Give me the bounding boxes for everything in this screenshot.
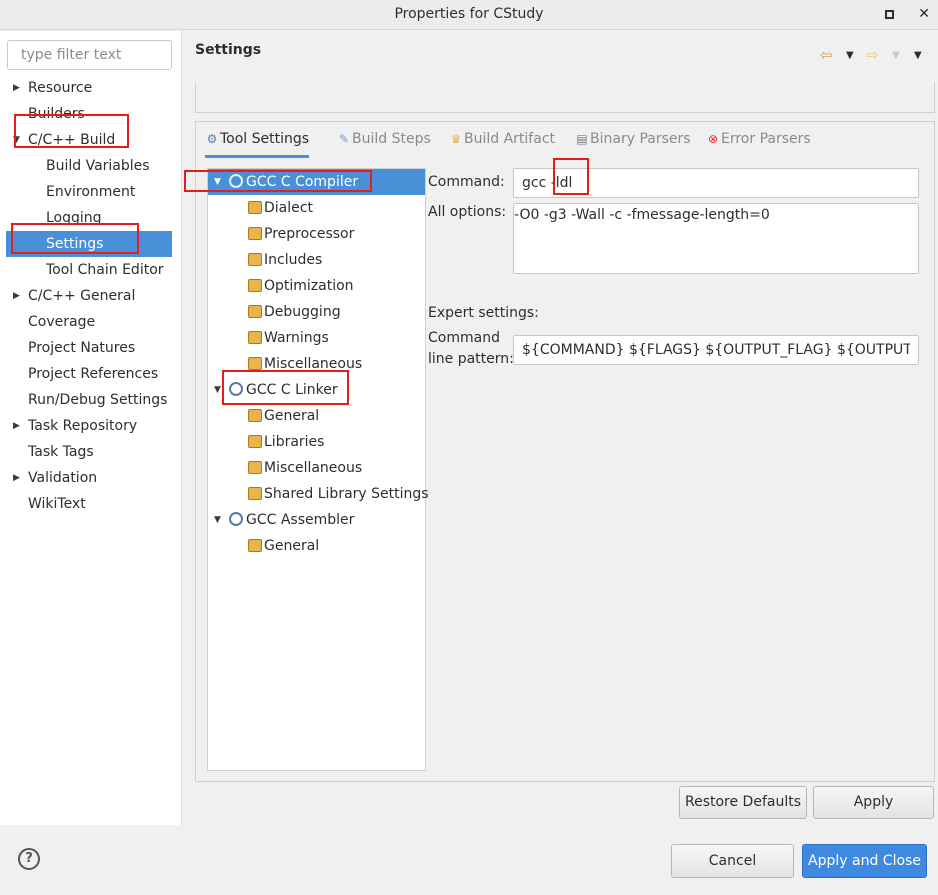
tree-item-settings[interactable]: Settings [6, 231, 172, 257]
tree-item-cpp-general[interactable]: ▶ C/C++ General [6, 283, 172, 309]
tool-option-preprocessor[interactable]: Preprocessor [248, 221, 354, 247]
expand-arrow-icon[interactable]: ▶ [13, 413, 20, 439]
tool-settings-panel: ⚙ Tool Settings ✎ Build Steps ♛ Build Artif… [195, 121, 935, 782]
expand-arrow-icon[interactable]: ▶ [13, 465, 20, 491]
command-label: Command: [428, 174, 505, 190]
expand-arrow-icon[interactable]: ▶ [13, 283, 20, 309]
option-category-icon [248, 357, 262, 370]
build-artifact-icon: ♛ [450, 132, 462, 146]
window-titlebar: Properties for CStudy ✕ [0, 0, 938, 30]
tree-item-cpp-build[interactable]: ▼ C/C++ Build [6, 127, 172, 153]
tree-item-validation[interactable]: ▶ Validation [6, 465, 172, 491]
collapse-arrow-icon[interactable]: ▼ [214, 377, 221, 403]
expert-settings-label: Expert settings: [428, 305, 539, 321]
option-category-icon [248, 201, 262, 214]
tab-tool-settings[interactable]: ⚙ Tool Settings [205, 122, 310, 158]
binary-parsers-icon: ▤ [576, 132, 588, 146]
apply-and-close-button[interactable]: Apply and Close [802, 844, 927, 878]
back-menu-icon[interactable]: ▼ [846, 50, 854, 61]
maximize-icon [885, 10, 894, 19]
tool-option-optimization[interactable]: Optimization [248, 273, 354, 299]
close-button[interactable]: ✕ [918, 0, 930, 30]
tool-option-includes[interactable]: Includes [248, 247, 322, 273]
tool-gear-icon [229, 382, 243, 396]
tool-tree: ▼ GCC C Compiler Dialect Preprocessor In… [207, 168, 429, 771]
tool-item-gcc-c-compiler[interactable]: ▼ GCC C Compiler [208, 169, 425, 195]
tool-settings-icon: ⚙ [206, 132, 218, 146]
command-line-pattern-label-line1: Command [428, 330, 500, 346]
tool-option-dialect[interactable]: Dialect [248, 195, 313, 221]
restore-defaults-button[interactable]: Restore Defaults [679, 786, 807, 819]
maximize-button[interactable] [885, 0, 894, 30]
command-line-pattern-input[interactable] [513, 335, 919, 365]
option-category-icon [248, 461, 262, 474]
command-line-pattern-label-line2: line pattern: [428, 351, 514, 367]
tree-item-logging[interactable]: Logging [6, 205, 172, 231]
tool-option-miscellaneous[interactable]: Miscellaneous [248, 455, 362, 481]
command-input[interactable] [513, 168, 919, 198]
tool-option-debugging[interactable]: Debugging [248, 299, 341, 325]
option-category-icon [248, 487, 262, 500]
tree-item-resource[interactable]: ▶ Resource [6, 75, 172, 101]
tree-item-wikitext[interactable]: WikiText [6, 491, 172, 517]
collapse-arrow-icon[interactable]: ▼ [214, 507, 221, 533]
tool-item-gcc-assembler[interactable]: ▼ GCC Assembler [208, 507, 425, 533]
tab-binary-parsers[interactable]: ▤ Binary Parsers [575, 122, 690, 158]
collapse-arrow-icon[interactable]: ▼ [214, 169, 221, 195]
tree-item-run-debug-settings[interactable]: Run/Debug Settings [6, 387, 172, 413]
back-arrow-icon[interactable]: ⇦ [820, 46, 833, 64]
tree-item-project-natures[interactable]: Project Natures [6, 335, 172, 361]
tree-item-build-variables[interactable]: Build Variables [6, 153, 172, 179]
tool-option-warnings[interactable]: Warnings [248, 325, 329, 351]
tree-item-task-repository[interactable]: ▶ Task Repository [6, 413, 172, 439]
cancel-button[interactable]: Cancel [671, 844, 794, 878]
collapse-arrow-icon[interactable]: ▼ [13, 127, 20, 153]
option-category-icon [248, 305, 262, 318]
tool-gear-icon [229, 512, 243, 526]
filter-input[interactable] [7, 40, 172, 70]
page-title: Settings [195, 42, 262, 58]
option-category-icon [248, 279, 262, 292]
configuration-panel [195, 82, 935, 113]
tab-build-steps[interactable]: ✎ Build Steps [337, 122, 431, 158]
view-menu-icon[interactable]: ▼ [914, 50, 922, 61]
tree-item-task-tags[interactable]: Task Tags [6, 439, 172, 465]
tool-option-miscellaneous[interactable]: Miscellaneous [248, 351, 362, 377]
tree-item-builders[interactable]: Builders [6, 101, 172, 127]
tool-option-libraries[interactable]: Libraries [248, 429, 324, 455]
left-navigation-pane: ▶ Resource Builders ▼ C/C++ Build Build … [0, 31, 182, 825]
all-options-label: All options: [428, 204, 507, 220]
all-options-textarea[interactable]: -O0 -g3 -Wall -c -fmessage-length=0 [513, 203, 919, 274]
tool-option-shared-library-settings[interactable]: Shared Library Settings [248, 481, 429, 507]
tree-item-environment[interactable]: Environment [6, 179, 172, 205]
forward-arrow-icon[interactable]: ⇨ [866, 46, 879, 64]
tool-option-general[interactable]: General [248, 403, 319, 429]
tool-option-general[interactable]: General [248, 533, 319, 559]
tree-item-project-references[interactable]: Project References [6, 361, 172, 387]
help-icon[interactable]: ? [18, 848, 40, 870]
tree-item-tool-chain-editor[interactable]: Tool Chain Editor [6, 257, 172, 283]
tab-build-artifact[interactable]: ♛ Build Artifact [449, 122, 555, 158]
error-parsers-icon: ⊗ [707, 132, 719, 146]
forward-menu-icon[interactable]: ▼ [892, 50, 900, 61]
option-category-icon [248, 253, 262, 266]
build-steps-icon: ✎ [338, 132, 350, 146]
option-category-icon [248, 331, 262, 344]
option-category-icon [248, 435, 262, 448]
option-category-icon [248, 539, 262, 552]
expand-arrow-icon[interactable]: ▶ [13, 75, 20, 101]
option-category-icon [248, 227, 262, 240]
tool-gear-icon [229, 174, 243, 188]
apply-button[interactable]: Apply [813, 786, 934, 819]
tree-item-coverage[interactable]: Coverage [6, 309, 172, 335]
tab-error-parsers[interactable]: ⊗ Error Parsers [706, 122, 811, 158]
tool-item-gcc-c-linker[interactable]: ▼ GCC C Linker [208, 377, 425, 403]
option-category-icon [248, 409, 262, 422]
window-title: Properties for CStudy [394, 6, 544, 22]
